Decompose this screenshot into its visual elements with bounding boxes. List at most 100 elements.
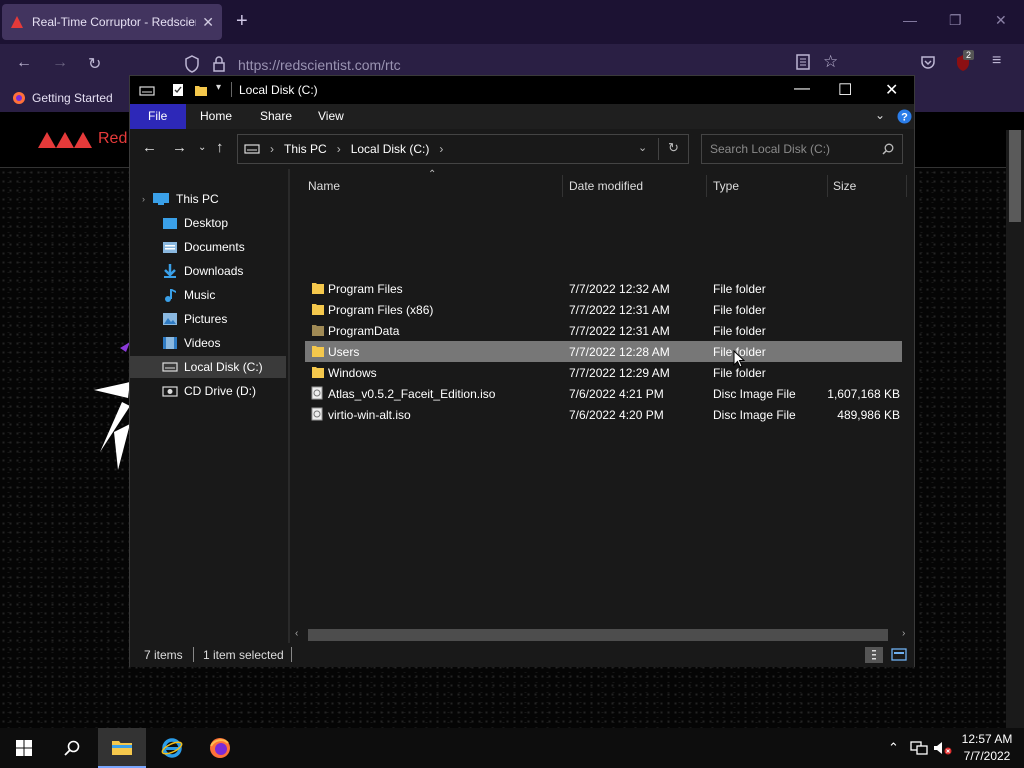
file-date: 7/7/2022 12:29 AM	[569, 366, 670, 380]
column-header-type[interactable]: Type	[713, 179, 739, 193]
breadcrumb-separator-icon[interactable]: ›	[270, 142, 274, 156]
address-dropdown-icon[interactable]: ⌄	[638, 141, 647, 154]
file-name: virtio-win-alt.iso	[328, 408, 411, 422]
file-date: 7/7/2022 12:32 AM	[569, 282, 670, 296]
shield-icon[interactable]	[184, 55, 200, 73]
nav-item-desktop[interactable]: Desktop	[130, 212, 288, 234]
folder-icon	[312, 304, 324, 315]
details-view-icon[interactable]	[865, 647, 883, 663]
folder-icon	[312, 346, 324, 357]
file-date: 7/7/2022 12:28 AM	[569, 345, 670, 359]
disc-image-icon	[311, 407, 323, 421]
nav-item-this-pc[interactable]: › This PC	[130, 188, 288, 210]
ribbon-tab-file[interactable]: File	[130, 104, 186, 129]
table-row[interactable]: Atlas_v0.5.2_Faceit_Edition.iso 7/6/2022…	[305, 383, 902, 404]
file-name: Program Files	[328, 282, 403, 296]
close-icon[interactable]: ✕	[885, 80, 898, 100]
volume-muted-icon[interactable]	[933, 741, 953, 755]
nav-item-downloads[interactable]: Downloads	[130, 260, 288, 282]
recent-locations-icon[interactable]: ⌄	[198, 142, 206, 153]
new-tab-icon[interactable]: +	[236, 10, 248, 33]
expand-chevron-icon[interactable]: ›	[142, 194, 152, 204]
nav-item-music[interactable]: Music	[130, 284, 288, 306]
back-arrow-icon[interactable]: ←	[142, 139, 157, 156]
bookmark-star-icon[interactable]: ☆	[823, 52, 838, 72]
show-hidden-icons[interactable]: ⌃	[888, 740, 899, 756]
reader-view-icon[interactable]	[796, 54, 810, 70]
properties-icon[interactable]	[172, 83, 184, 97]
browser-minimize-icon[interactable]: —	[903, 12, 917, 28]
nav-item-cd-drive[interactable]: CD Drive (D:)	[130, 380, 288, 402]
table-row[interactable]: Program Files (x86) 7/7/2022 12:31 AM Fi…	[305, 299, 902, 320]
horizontal-scrollbar[interactable]: ‹ ›	[290, 627, 914, 643]
column-header-date-modified[interactable]: Date modified	[569, 179, 643, 193]
browser-tab[interactable]: Real-Time Corruptor - Redscientist ✕	[2, 4, 222, 40]
status-bar: 7 items 1 item selected	[130, 643, 914, 667]
start-button[interactable]	[0, 728, 48, 768]
file-type: File folder	[713, 303, 766, 317]
table-row[interactable]: Program Files 7/7/2022 12:32 AM File fol…	[305, 278, 902, 299]
forward-arrow-icon[interactable]: →	[172, 139, 187, 156]
search-button[interactable]	[48, 728, 96, 768]
ribbon-tab-share[interactable]: Share	[248, 104, 304, 129]
breadcrumb-separator-icon[interactable]: ›	[337, 142, 341, 156]
taskbar-internet-explorer[interactable]	[148, 728, 196, 768]
breadcrumb-this-pc[interactable]: This PC	[284, 142, 327, 156]
bookmark-getting-started[interactable]: Getting Started	[12, 91, 113, 105]
pocket-icon[interactable]	[920, 54, 936, 70]
network-icon[interactable]	[910, 741, 928, 755]
page-scrollbar-thumb[interactable]	[1009, 130, 1021, 222]
expand-ribbon-icon[interactable]: ⌄	[875, 108, 885, 122]
address-bar[interactable]: › This PC › Local Disk (C:) › ⌄ ↻	[237, 134, 689, 164]
nav-item-videos[interactable]: Videos	[130, 332, 288, 354]
nav-item-documents[interactable]: Documents	[130, 236, 288, 258]
ublock-extension-icon[interactable]: 2	[955, 50, 977, 72]
forward-icon[interactable]: →	[52, 54, 68, 72]
nav-item-local-disk[interactable]: Local Disk (C:)	[130, 356, 286, 378]
tab-close-icon[interactable]: ✕	[202, 14, 214, 31]
table-row[interactable]: Windows 7/7/2022 12:29 AM File folder	[305, 362, 902, 383]
menu-icon[interactable]: ≡	[992, 52, 1001, 70]
breadcrumb-separator-icon[interactable]: ›	[439, 142, 443, 156]
site-favicon-icon	[11, 16, 23, 28]
lock-icon[interactable]	[212, 55, 226, 73]
file-explorer-icon	[112, 741, 132, 755]
maximize-icon[interactable]: ☐	[838, 80, 852, 100]
table-row[interactable]: ProgramData 7/7/2022 12:31 AM File folde…	[305, 320, 902, 341]
breadcrumb-local-disk[interactable]: Local Disk (C:)	[351, 142, 430, 156]
new-folder-icon[interactable]	[194, 83, 208, 97]
file-type: File folder	[713, 366, 766, 380]
ribbon-tab-home[interactable]: Home	[188, 104, 244, 129]
help-icon[interactable]: ?	[897, 109, 912, 124]
url-bar[interactable]: https://redscientist.com/rtc	[238, 57, 401, 73]
taskbar-firefox[interactable]	[196, 728, 244, 768]
status-selection: 1 item selected	[203, 648, 284, 662]
system-clock[interactable]: 12:57 AM 7/7/2022	[958, 731, 1016, 765]
table-row[interactable]: Users 7/7/2022 12:28 AM File folder	[305, 341, 902, 362]
page-scrollbar[interactable]	[1006, 130, 1024, 728]
ribbon-tab-view[interactable]: View	[306, 104, 356, 129]
reload-icon[interactable]: ↻	[88, 54, 101, 74]
scroll-right-icon[interactable]: ›	[902, 628, 905, 639]
search-icon[interactable]	[882, 143, 894, 155]
horizontal-scrollbar-thumb[interactable]	[308, 629, 888, 641]
table-row[interactable]: virtio-win-alt.iso 7/6/2022 4:20 PM Disc…	[305, 404, 902, 425]
taskbar-file-explorer[interactable]	[98, 728, 146, 768]
column-header-size[interactable]: Size	[833, 179, 856, 193]
search-input[interactable]: Search Local Disk (C:)	[710, 142, 882, 156]
browser-close-icon[interactable]: ✕	[995, 12, 1007, 29]
nav-item-pictures[interactable]: Pictures	[130, 308, 288, 330]
minimize-icon[interactable]: —	[794, 80, 810, 98]
site-logo-icon[interactable]	[38, 128, 94, 150]
quick-access-dropdown-icon[interactable]: ▾	[216, 82, 221, 93]
search-box[interactable]: Search Local Disk (C:)	[701, 134, 903, 164]
file-name: Users	[328, 345, 360, 359]
refresh-icon[interactable]: ↻	[668, 140, 679, 156]
up-arrow-icon[interactable]: ↑	[216, 139, 224, 156]
browser-restore-icon[interactable]: ❐	[949, 12, 962, 29]
large-icons-view-icon[interactable]	[890, 647, 908, 663]
column-header-name[interactable]: Name	[308, 179, 340, 193]
back-icon[interactable]: ←	[16, 54, 32, 72]
explorer-titlebar[interactable]: ▾ Local Disk (C:) — ☐ ✕	[130, 76, 914, 104]
scroll-left-icon[interactable]: ‹	[295, 628, 298, 639]
